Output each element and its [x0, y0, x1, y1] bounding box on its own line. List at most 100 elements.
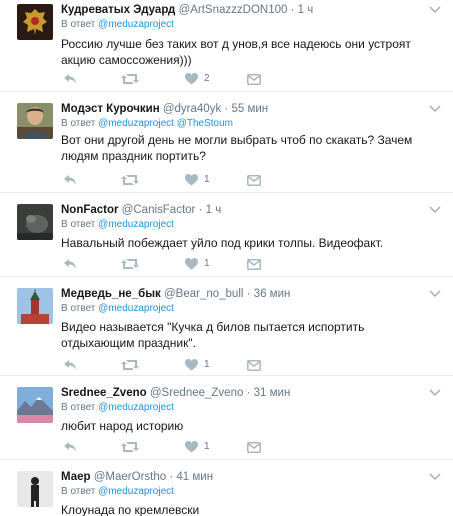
mention-link[interactable]: @meduzaproject — [98, 402, 174, 413]
heart-icon — [185, 359, 198, 371]
reply-icon — [64, 442, 76, 452]
heart-icon — [185, 441, 198, 453]
more-options-chevron-down-icon[interactable] — [429, 6, 441, 16]
mention-link[interactable]: @meduzaproject — [98, 303, 174, 314]
reply-icon — [64, 360, 76, 370]
dark-photo-avatar-icon — [17, 204, 53, 240]
reply-context: В ответ @meduzaproject @TheStoum — [61, 117, 429, 130]
retweet-button[interactable] — [121, 71, 139, 87]
author-handle[interactable]: @Srednee_Zveno — [150, 387, 244, 399]
tweet-header: Маер @MaerOrstho · 41 мин — [61, 469, 429, 485]
author-handle[interactable]: @dyra40yk — [163, 103, 221, 115]
author-handle[interactable]: @ArtSnazzzDON100 — [179, 4, 288, 16]
tweet-text: Клоунада по кремлевски — [61, 503, 200, 516]
reply-prefix: В ответ — [61, 219, 96, 230]
timestamp[interactable]: 55 мин — [231, 103, 268, 115]
author-handle[interactable]: @CanisFactor — [122, 204, 196, 216]
timestamp[interactable]: 36 мин — [254, 288, 291, 300]
tweet-text: любит народ историю — [61, 419, 184, 433]
tweet[interactable]: NonFactor @CanisFactor · 1 ч В ответ @me… — [0, 194, 453, 277]
figure-avatar-icon — [17, 471, 53, 507]
mention-link[interactable]: @meduzaproject — [98, 486, 174, 497]
avatar[interactable] — [17, 288, 53, 324]
heart-icon — [185, 73, 198, 85]
reply-context: В ответ @meduzaproject — [61, 485, 429, 498]
tweet-text: Вот они другой день не могли выбрать что… — [61, 133, 413, 163]
direct-message-button[interactable] — [247, 71, 261, 87]
mention-link[interactable]: @meduzaproject — [98, 219, 174, 230]
reply-button[interactable] — [63, 172, 77, 188]
reply-context: В ответ @meduzaproject — [61, 401, 429, 414]
separator: · — [198, 204, 203, 216]
reply-button[interactable] — [63, 71, 77, 87]
like-count: 1 — [204, 258, 210, 269]
retweet-button[interactable] — [121, 357, 139, 373]
author-name[interactable]: NonFactor — [61, 204, 119, 216]
tweet-actions: 1 — [61, 256, 361, 272]
more-options-chevron-down-icon[interactable] — [429, 290, 441, 300]
author-name[interactable]: Модэст Курочкин — [61, 103, 160, 115]
like-button[interactable]: 1 — [185, 439, 210, 455]
avatar[interactable] — [17, 204, 53, 240]
like-button[interactable]: 1 — [185, 256, 210, 272]
more-options-chevron-down-icon[interactable] — [429, 105, 441, 115]
avatar[interactable] — [17, 103, 53, 139]
envelope-icon — [247, 73, 261, 85]
author-name[interactable]: Медведь_не_бык — [61, 288, 161, 300]
mention-link[interactable]: @meduzaproject — [98, 118, 174, 129]
like-button[interactable]: 1 — [185, 357, 210, 373]
tweet[interactable]: Маер @MaerOrstho · 41 мин В ответ @meduz… — [0, 461, 453, 516]
tweet[interactable]: Медведь_не_бык @Bear_no_bull · 36 мин В … — [0, 278, 453, 376]
reply-prefix: В ответ — [61, 402, 96, 413]
separator: · — [246, 387, 251, 399]
direct-message-button[interactable] — [247, 172, 261, 188]
mention-link[interactable]: @TheStoum — [177, 118, 233, 129]
tweet-header: Модэст Курочкин @dyra40yk · 55 мин — [61, 101, 429, 117]
reply-button[interactable] — [63, 256, 77, 272]
separator: · — [290, 4, 295, 16]
timestamp[interactable]: 1 ч — [298, 4, 314, 16]
like-count: 1 — [204, 174, 210, 185]
timestamp[interactable]: 1 ч — [206, 204, 222, 216]
more-options-chevron-down-icon[interactable] — [429, 473, 441, 483]
retweet-button[interactable] — [121, 256, 139, 272]
avatar[interactable] — [17, 387, 53, 423]
tweet-text: Видео называется "Кучка д билов пытается… — [61, 320, 365, 350]
direct-message-button[interactable] — [247, 439, 261, 455]
tweet[interactable]: Модэст Курочкин @dyra40yk · 55 мин В отв… — [0, 93, 453, 193]
author-name[interactable]: Srednee_Zveno — [61, 387, 147, 399]
avatar[interactable] — [17, 4, 53, 40]
retweet-button[interactable] — [121, 439, 139, 455]
reply-context: В ответ @meduzaproject — [61, 18, 429, 31]
timestamp[interactable]: 41 мин — [176, 471, 213, 483]
retweet-icon — [121, 175, 139, 185]
more-options-chevron-down-icon[interactable] — [429, 206, 441, 216]
author-name[interactable]: Кудреватых Эдуард — [61, 4, 175, 16]
tweet-header: Кудреватых Эдуард @ArtSnazzzDON100 · 1 ч — [61, 2, 429, 18]
direct-message-button[interactable] — [247, 357, 261, 373]
timestamp[interactable]: 31 мин — [254, 387, 291, 399]
avatar[interactable] — [17, 471, 53, 507]
kremlin-tower-avatar-icon — [17, 288, 53, 324]
separator: · — [224, 103, 229, 115]
reply-button[interactable] — [63, 439, 77, 455]
like-button[interactable]: 2 — [185, 71, 210, 87]
tweet[interactable]: Кудреватых Эдуард @ArtSnazzzDON100 · 1 ч… — [0, 0, 453, 92]
author-name[interactable]: Маер — [61, 471, 91, 483]
like-button[interactable]: 1 — [185, 172, 210, 188]
reply-prefix: В ответ — [61, 19, 96, 30]
envelope-icon — [247, 359, 261, 371]
retweet-icon — [121, 259, 139, 269]
tweet-header: NonFactor @CanisFactor · 1 ч — [61, 202, 429, 218]
reply-prefix: В ответ — [61, 303, 96, 314]
reply-prefix: В ответ — [61, 486, 96, 497]
retweet-button[interactable] — [121, 172, 139, 188]
tweet[interactable]: Srednee_Zveno @Srednee_Zveno · 31 мин В … — [0, 377, 453, 460]
tweet-actions: 1 — [61, 172, 361, 188]
mention-link[interactable]: @meduzaproject — [98, 19, 174, 30]
more-options-chevron-down-icon[interactable] — [429, 389, 441, 399]
reply-button[interactable] — [63, 357, 77, 373]
author-handle[interactable]: @MaerOrstho — [94, 471, 166, 483]
direct-message-button[interactable] — [247, 256, 261, 272]
author-handle[interactable]: @Bear_no_bull — [164, 288, 243, 300]
